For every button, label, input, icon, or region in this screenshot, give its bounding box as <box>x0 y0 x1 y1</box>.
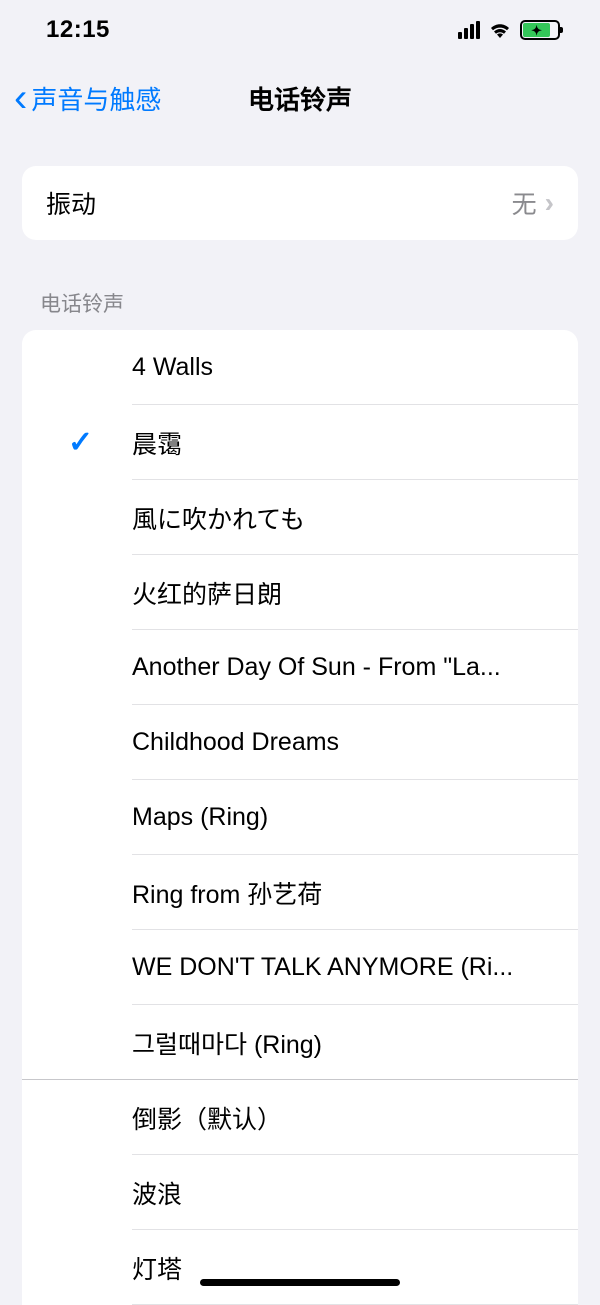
ringtone-row[interactable]: 倒影（默认） <box>22 1080 578 1155</box>
ringtone-label: Ring from 孙艺荷 <box>132 875 554 911</box>
content: 振动 无 › 电话铃声 4 Walls ✓ 晨霭風に吹かれても火红的萨日朗 Anoth… <box>0 136 600 1305</box>
chevron-left-icon: ‹ <box>14 78 27 118</box>
status-time: 12:15 <box>46 16 110 44</box>
ringtone-section-header: 电话铃声 <box>0 240 600 330</box>
navigation-bar: ‹ 声音与触感 电话铃声 <box>0 60 600 136</box>
ringtone-list: 4 Walls ✓ 晨霭風に吹かれても火红的萨日朗 Another Day Of Su… <box>22 330 578 1305</box>
cellular-signal-icon <box>458 21 480 39</box>
wifi-icon <box>488 21 512 39</box>
ringtone-row[interactable]: 4 Walls <box>22 330 578 405</box>
ringtone-label: Maps (Ring) <box>132 803 554 832</box>
ringtone-label: Childhood Dreams <box>132 728 554 757</box>
vibration-cell[interactable]: 振动 无 › <box>22 166 578 240</box>
ringtone-label: Another Day Of Sun - From "La... <box>132 653 554 682</box>
ringtone-row[interactable]: 波浪 <box>22 1155 578 1230</box>
ringtone-label: 火红的萨日朗 <box>132 575 554 611</box>
ringtone-label: 晨霭 <box>132 425 554 461</box>
ringtone-row[interactable]: 火红的萨日朗 <box>22 555 578 630</box>
ringtone-row[interactable]: 風に吹かれても <box>22 480 578 555</box>
vibration-value: 无 <box>512 185 537 221</box>
page-title: 电话铃声 <box>248 80 352 117</box>
ringtone-row[interactable]: Childhood Dreams <box>22 705 578 780</box>
back-label: 声音与触感 <box>31 80 161 117</box>
ringtone-row[interactable]: 그럴때마다 (Ring) <box>22 1005 578 1080</box>
ringtone-label: 倒影（默认） <box>132 1100 554 1136</box>
back-button[interactable]: ‹ 声音与触感 <box>0 78 161 118</box>
ringtone-label: 波浪 <box>132 1175 554 1211</box>
ringtone-label: 그럴때마다 (Ring) <box>132 1025 554 1061</box>
ringtone-row[interactable]: WE DON'T TALK ANYMORE (Ri... <box>22 930 578 1005</box>
ringtone-label: 4 Walls <box>132 353 554 382</box>
status-bar: 12:15 ✦ <box>0 0 600 60</box>
chevron-right-icon: › <box>545 187 554 219</box>
vibration-label: 振动 <box>46 185 512 221</box>
checkmark-icon: ✓ <box>68 425 93 460</box>
status-icons: ✦ <box>458 20 560 40</box>
ringtone-row[interactable]: Ring from 孙艺荷 <box>22 855 578 930</box>
home-indicator[interactable] <box>200 1279 400 1286</box>
ringtone-row[interactable]: Maps (Ring) <box>22 780 578 855</box>
ringtone-row[interactable]: 灯塔 <box>22 1230 578 1305</box>
vibration-group: 振动 无 › <box>22 166 578 240</box>
ringtone-label: 風に吹かれても <box>132 500 554 536</box>
battery-charging-icon: ✦ <box>520 20 560 40</box>
ringtone-row[interactable]: ✓ 晨霭 <box>22 405 578 480</box>
ringtone-label: WE DON'T TALK ANYMORE (Ri... <box>132 953 554 982</box>
ringtone-row[interactable]: Another Day Of Sun - From "La... <box>22 630 578 705</box>
